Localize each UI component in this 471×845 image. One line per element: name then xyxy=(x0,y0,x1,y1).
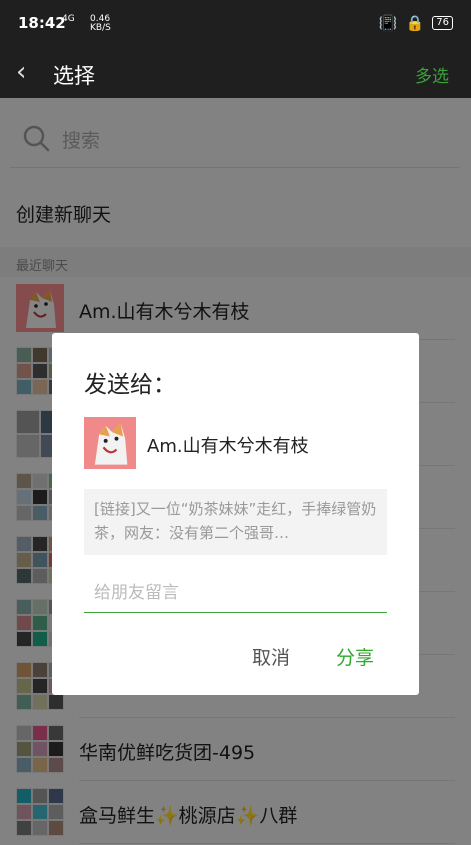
status-icons: 📳 🔒 76 xyxy=(379,14,453,32)
multi-select-button[interactable]: 多选 xyxy=(415,62,449,87)
vibrate-icon: 📳 xyxy=(378,14,398,32)
share-dialog: 发送给： Am.山有木兮木有枝 [链接]又一位“奶茶妹妹”走红，手捧绿管奶茶，网… xyxy=(52,333,419,695)
network-type: 4G xyxy=(62,14,75,24)
recipient-name: Am.山有木兮木有枝 xyxy=(147,436,309,457)
cancel-button[interactable]: 取消 xyxy=(252,643,290,670)
status-bar: 18:42 4G 0.46 KB/S 📳 🔒 76 xyxy=(0,0,471,46)
rotation-lock-icon: 🔒 xyxy=(405,14,425,32)
message-input[interactable] xyxy=(84,573,387,613)
network-speed: 0.46 KB/S xyxy=(90,15,111,33)
link-preview-text: [链接]又一位“奶茶妹妹”走红，手捧绿管奶茶，网友：没有第二个强哥… xyxy=(94,500,377,542)
recipient-avatar xyxy=(84,417,136,469)
back-arrow-icon[interactable]: ‹ xyxy=(16,59,26,85)
dialog-title: 发送给： xyxy=(84,372,176,398)
status-time: 18:42 xyxy=(18,14,66,32)
share-button[interactable]: 分享 xyxy=(336,643,374,670)
link-preview: [链接]又一位“奶茶妹妹”走红，手捧绿管奶茶，网友：没有第二个强哥… xyxy=(84,489,387,555)
title-bar: ‹ 选择 多选 xyxy=(0,46,471,98)
page-title: 选择 xyxy=(53,64,95,88)
battery-icon: 76 xyxy=(432,16,453,30)
network-speed-unit: KB/S xyxy=(90,23,111,33)
